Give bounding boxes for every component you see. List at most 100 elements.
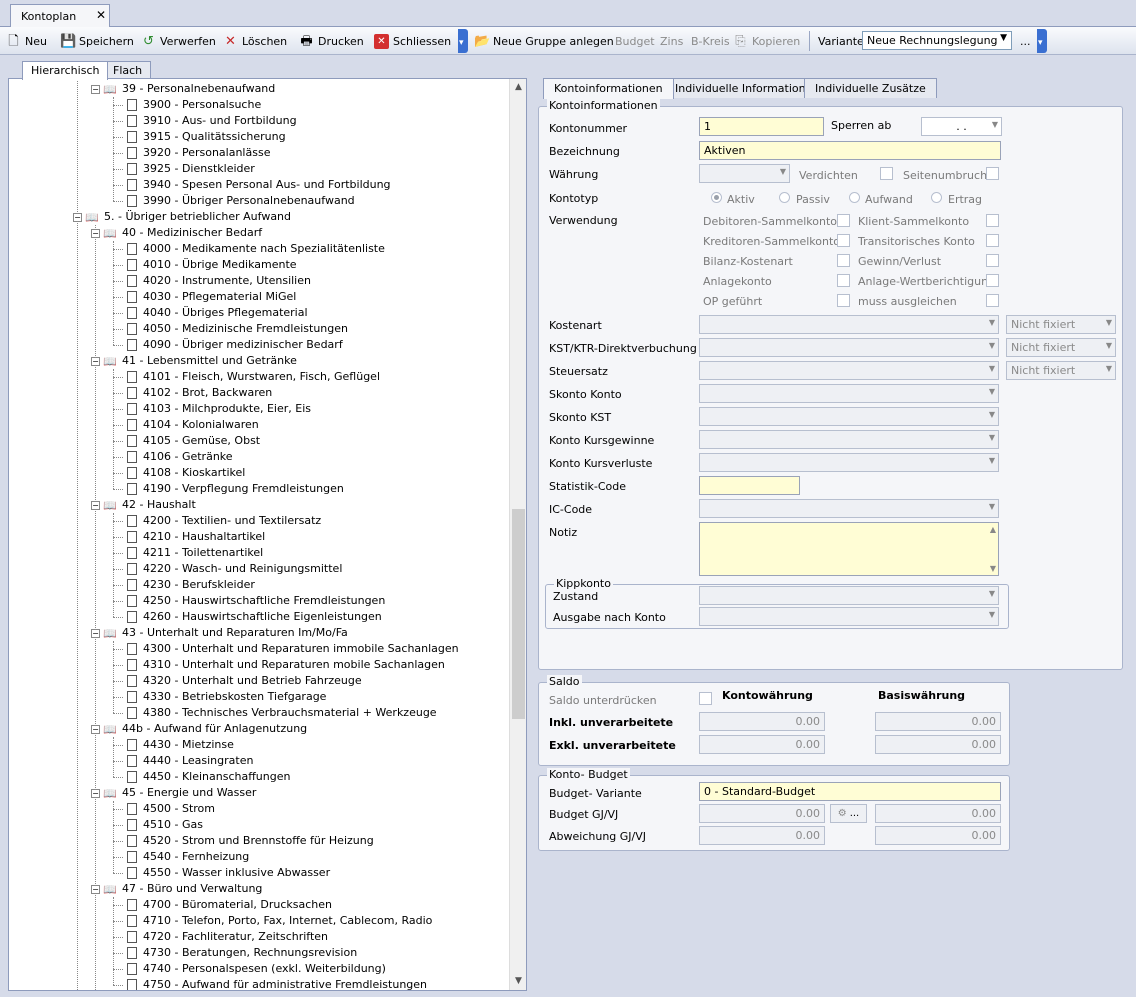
verwendung-left-checkbox[interactable] (837, 214, 850, 227)
ertrag-radio[interactable] (931, 192, 942, 203)
scroll-down-icon[interactable]: ▼ (990, 564, 996, 573)
tree-account-row[interactable]: 4211 - Toilettenartikel (127, 545, 263, 561)
tree-account-row[interactable]: 4010 - Übrige Medikamente (127, 257, 297, 273)
tree-account-row[interactable]: 3940 - Spesen Personal Aus- und Fortbild… (127, 177, 391, 193)
steuersatz-select-fixation[interactable]: Nicht fixiert ▼ (1006, 361, 1116, 380)
kostenart-select-fixation[interactable]: Nicht fixiert ▼ (1006, 315, 1116, 334)
tree-account-row[interactable]: 4710 - Telefon, Porto, Fax, Internet, Ca… (127, 913, 432, 929)
waehrung-select[interactable]: ▼ (699, 164, 790, 183)
tree-group-row[interactable]: − 📖 42 - Haushalt (91, 497, 196, 513)
tab-hierarchisch[interactable]: Hierarchisch (22, 61, 109, 80)
verwendung-left-checkbox[interactable] (837, 254, 850, 267)
tree-scrollbar[interactable]: ▲ ▼ (509, 79, 526, 990)
scroll-down-icon[interactable]: ▼ (510, 973, 526, 990)
kostenart-select[interactable]: ▼ (699, 315, 999, 334)
new-group-button[interactable]: 📂 Neue Gruppe anlegen (474, 33, 614, 49)
collapse-icon[interactable]: − (91, 500, 100, 510)
tree-account-row[interactable]: 4250 - Hauswirtschaftliche Fremdleistung… (127, 593, 385, 609)
tree-account-row[interactable]: 4550 - Wasser inklusive Abwasser (127, 865, 330, 881)
scroll-up-icon[interactable]: ▲ (510, 79, 526, 96)
toolbar-overflow-grip[interactable] (458, 29, 468, 53)
sperren-ab-date[interactable]: . . ▼ (921, 117, 1002, 136)
tree-account-row[interactable]: 4310 - Unterhalt und Reparaturen mobile … (127, 657, 445, 673)
tree-account-row[interactable]: 4500 - Strom (127, 801, 215, 817)
tree-account-row[interactable]: 4102 - Brot, Backwaren (127, 385, 272, 401)
tree-account-row[interactable]: 4101 - Fleisch, Wurstwaren, Fisch, Geflü… (127, 369, 380, 385)
tab-kontoplan[interactable]: Kontoplan ✕ (10, 4, 110, 27)
tree-account-row[interactable]: 4105 - Gemüse, Obst (127, 433, 260, 449)
tree-account-row[interactable]: 4104 - Kolonialwaren (127, 417, 259, 433)
b-kreis-button[interactable]: B-Kreis (691, 33, 730, 49)
tree-account-row[interactable]: 3915 - Qualitätssicherung (127, 129, 286, 145)
new-button[interactable]: 🗋 Neu (6, 33, 47, 49)
kst-ktr-select[interactable]: ▼ (699, 338, 999, 357)
kursgewinne-select[interactable]: ▼ (699, 430, 999, 449)
verwendung-left-checkbox[interactable] (837, 294, 850, 307)
tree-account-row[interactable]: 4200 - Textilien- und Textilersatz (127, 513, 321, 529)
tree-group-row[interactable]: − 📖 43 - Unterhalt und Reparaturen Im/Mo/F… (91, 625, 348, 641)
toolbar-overflow-grip-2[interactable] (1037, 29, 1047, 53)
tree-account-row[interactable]: 4000 - Medikamente nach Spezialitätenlis… (127, 241, 385, 257)
tree-account-row[interactable]: 4440 - Leasingraten (127, 753, 253, 769)
collapse-icon[interactable]: − (91, 788, 100, 798)
collapse-icon[interactable]: − (91, 84, 100, 94)
tree-account-row[interactable]: 4230 - Berufskleider (127, 577, 255, 593)
tree-account-row[interactable]: 4730 - Beratungen, Rechnungsrevision (127, 945, 357, 961)
copy-button[interactable]: ⎘ Kopieren (733, 33, 800, 49)
collapse-icon[interactable]: − (91, 724, 100, 734)
verwendung-left-checkbox[interactable] (837, 274, 850, 287)
scroll-thumb[interactable] (512, 509, 525, 719)
kursverluste-select[interactable]: ▼ (699, 453, 999, 472)
tree-group-row[interactable]: − 📖 41 - Lebensmittel und Getränke (91, 353, 297, 369)
collapse-icon[interactable]: − (91, 228, 100, 238)
bezeichnung-input[interactable]: Aktiven (699, 141, 1001, 160)
tree-account-row[interactable]: 4450 - Kleinanschaffungen (127, 769, 290, 785)
tree-account-row[interactable]: 4106 - Getränke (127, 449, 233, 465)
tree-account-row[interactable]: 4103 - Milchprodukte, Eier, Eis (127, 401, 311, 417)
tree-account-row[interactable]: 4190 - Verpflegung Fremdleistungen (127, 481, 344, 497)
zustand-select[interactable]: ▼ (699, 586, 999, 605)
aufwand-radio[interactable] (849, 192, 860, 203)
tree-account-row[interactable]: 4720 - Fachliteratur, Zeitschriften (127, 929, 328, 945)
tree-account-row[interactable]: 4030 - Pflegematerial MiGel (127, 289, 296, 305)
verdichten-checkbox[interactable] (880, 167, 893, 180)
collapse-icon[interactable]: − (91, 356, 100, 366)
more-button[interactable]: ... (1020, 33, 1031, 49)
kst-ktr-select-fixation[interactable]: Nicht fixiert ▼ (1006, 338, 1116, 357)
tree-account-row[interactable]: 4520 - Strom und Brennstoffe für Heizung (127, 833, 374, 849)
skonto-kst-select[interactable]: ▼ (699, 407, 999, 426)
kontonummer-input[interactable]: 1 (699, 117, 824, 136)
close-button[interactable]: ✕ Schliessen (374, 33, 451, 49)
statistik-code-input[interactable] (699, 476, 800, 495)
ic-code-select[interactable]: ▼ (699, 499, 999, 518)
tree-group-row[interactable]: − 📖 45 - Energie und Wasser (91, 785, 256, 801)
verwendung-right-checkbox[interactable] (986, 294, 999, 307)
ausgabe-nach-konto-select[interactable]: ▼ (699, 607, 999, 626)
tree-account-row[interactable]: 4090 - Übriger medizinischer Bedarf (127, 337, 343, 353)
verwendung-right-checkbox[interactable] (986, 274, 999, 287)
tree-account-row[interactable]: 3910 - Aus- und Fortbildung (127, 113, 297, 129)
tree-account-row[interactable]: 3990 - Übriger Personalnebenaufwand (127, 193, 355, 209)
print-button[interactable]: 🖶 Drucken (299, 33, 363, 49)
tree-account-row[interactable]: 4430 - Mietzinse (127, 737, 234, 753)
passiv-radio[interactable] (779, 192, 790, 203)
saldo-unterdruecken-checkbox[interactable] (699, 692, 712, 705)
tree-account-row[interactable]: 4700 - Büromaterial, Drucksachen (127, 897, 332, 913)
verwendung-right-checkbox[interactable] (986, 254, 999, 267)
budget-button[interactable]: Budget (615, 33, 655, 49)
verwendung-left-checkbox[interactable] (837, 234, 850, 247)
collapse-icon[interactable]: − (91, 884, 100, 894)
tree-group-row[interactable]: − 📖 47 - Büro und Verwaltung (91, 881, 262, 897)
verwendung-right-checkbox[interactable] (986, 234, 999, 247)
save-button[interactable]: 💾 Speichern (60, 33, 134, 49)
notiz-textarea[interactable]: ▲ ▼ (699, 522, 999, 576)
tree-group-row[interactable]: − 📖 39 - Personalnebenaufwand (91, 81, 275, 97)
collapse-icon[interactable]: − (91, 628, 100, 638)
tree-account-row[interactable]: 4510 - Gas (127, 817, 203, 833)
verwendung-right-checkbox[interactable] (986, 214, 999, 227)
skonto-konto-select[interactable]: ▼ (699, 384, 999, 403)
delete-button[interactable]: ✕ Löschen (223, 33, 287, 49)
tab-individuelle-zusaetze[interactable]: Individuelle Zusätze (804, 78, 937, 98)
tree-account-row[interactable]: 4260 - Hauswirtschaftliche Eigenleistung… (127, 609, 382, 625)
budget-detail-button[interactable]: ⚙... (830, 804, 867, 823)
